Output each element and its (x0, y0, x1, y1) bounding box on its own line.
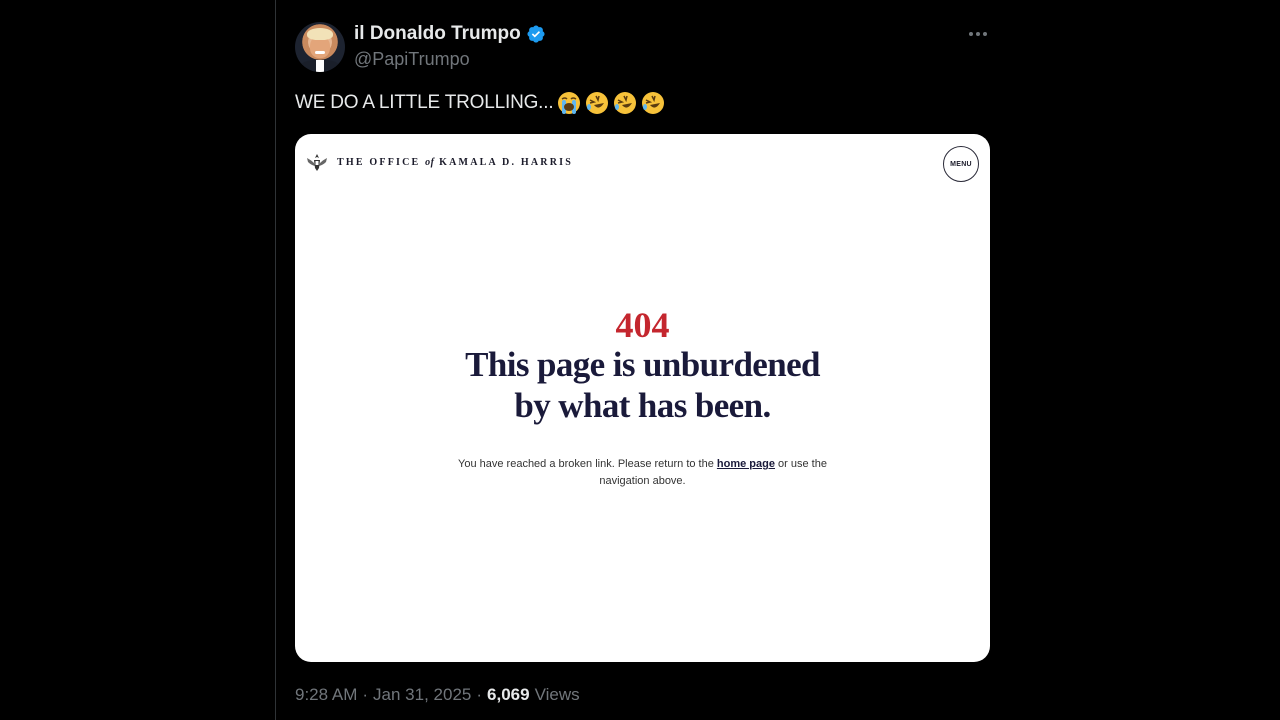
rolling-laughing-icon (586, 92, 609, 114)
error-code: 404 (615, 305, 670, 345)
author-display-name[interactable]: il Donaldo Trumpo (354, 23, 546, 45)
more-options-icon[interactable] (966, 22, 990, 46)
site-name-part1: THE OFFICE (337, 156, 421, 168)
error-body-text-after: or use the (778, 458, 827, 470)
tweet-date[interactable]: Jan 31, 2025 (373, 685, 471, 705)
tweet-text: WE DO A LITTLE TROLLING... (295, 91, 665, 115)
author-handle[interactable]: @PapiTrumpo (354, 49, 470, 70)
views-count[interactable]: 6,069 (487, 685, 530, 705)
menu-button[interactable]: MENU (943, 146, 979, 182)
tweet-text-content: WE DO A LITTLE TROLLING... (295, 92, 554, 113)
tweet-meta: 9:28 AM · Jan 31, 2025 · 6,069 Views (295, 685, 580, 705)
rolling-laughing-icon (642, 92, 665, 114)
meta-separator: · (476, 685, 483, 704)
avatar[interactable] (295, 22, 345, 72)
site-name-of: of (425, 156, 435, 168)
site-name-part2: KAMALA D. HARRIS (439, 156, 573, 168)
verified-badge-icon[interactable] (526, 24, 546, 44)
error-body-text: You have reached a broken link. Please r… (458, 458, 714, 470)
error-title-line2: by what has been. (514, 386, 771, 425)
display-name-text[interactable]: il Donaldo Trumpo (354, 23, 521, 45)
home-page-link[interactable]: home page (717, 458, 775, 470)
site-header: THE OFFICE of KAMALA D. HARRIS (305, 150, 573, 174)
error-message: You have reached a broken link. Please r… (295, 456, 990, 490)
meta-separator: · (362, 685, 369, 704)
error-title-line1: This page is unburdened (465, 345, 820, 384)
site-name: THE OFFICE of KAMALA D. HARRIS (337, 157, 573, 168)
views-label: Views (534, 685, 580, 704)
tweet[interactable]: il Donaldo Trumpo @PapiTrumpo WE DO A LI… (276, 0, 1006, 720)
loudly-crying-face-icon (558, 92, 581, 114)
eagle-seal-icon (307, 154, 327, 171)
error-title: This page is unburdened by what has been… (295, 344, 990, 426)
tweet-media-image[interactable]: THE OFFICE of KAMALA D. HARRIS MENU 404 … (295, 134, 990, 662)
error-body-line2: navigation above. (599, 475, 686, 487)
tweet-time[interactable]: 9:28 AM (295, 685, 357, 705)
rolling-laughing-icon (614, 92, 637, 114)
